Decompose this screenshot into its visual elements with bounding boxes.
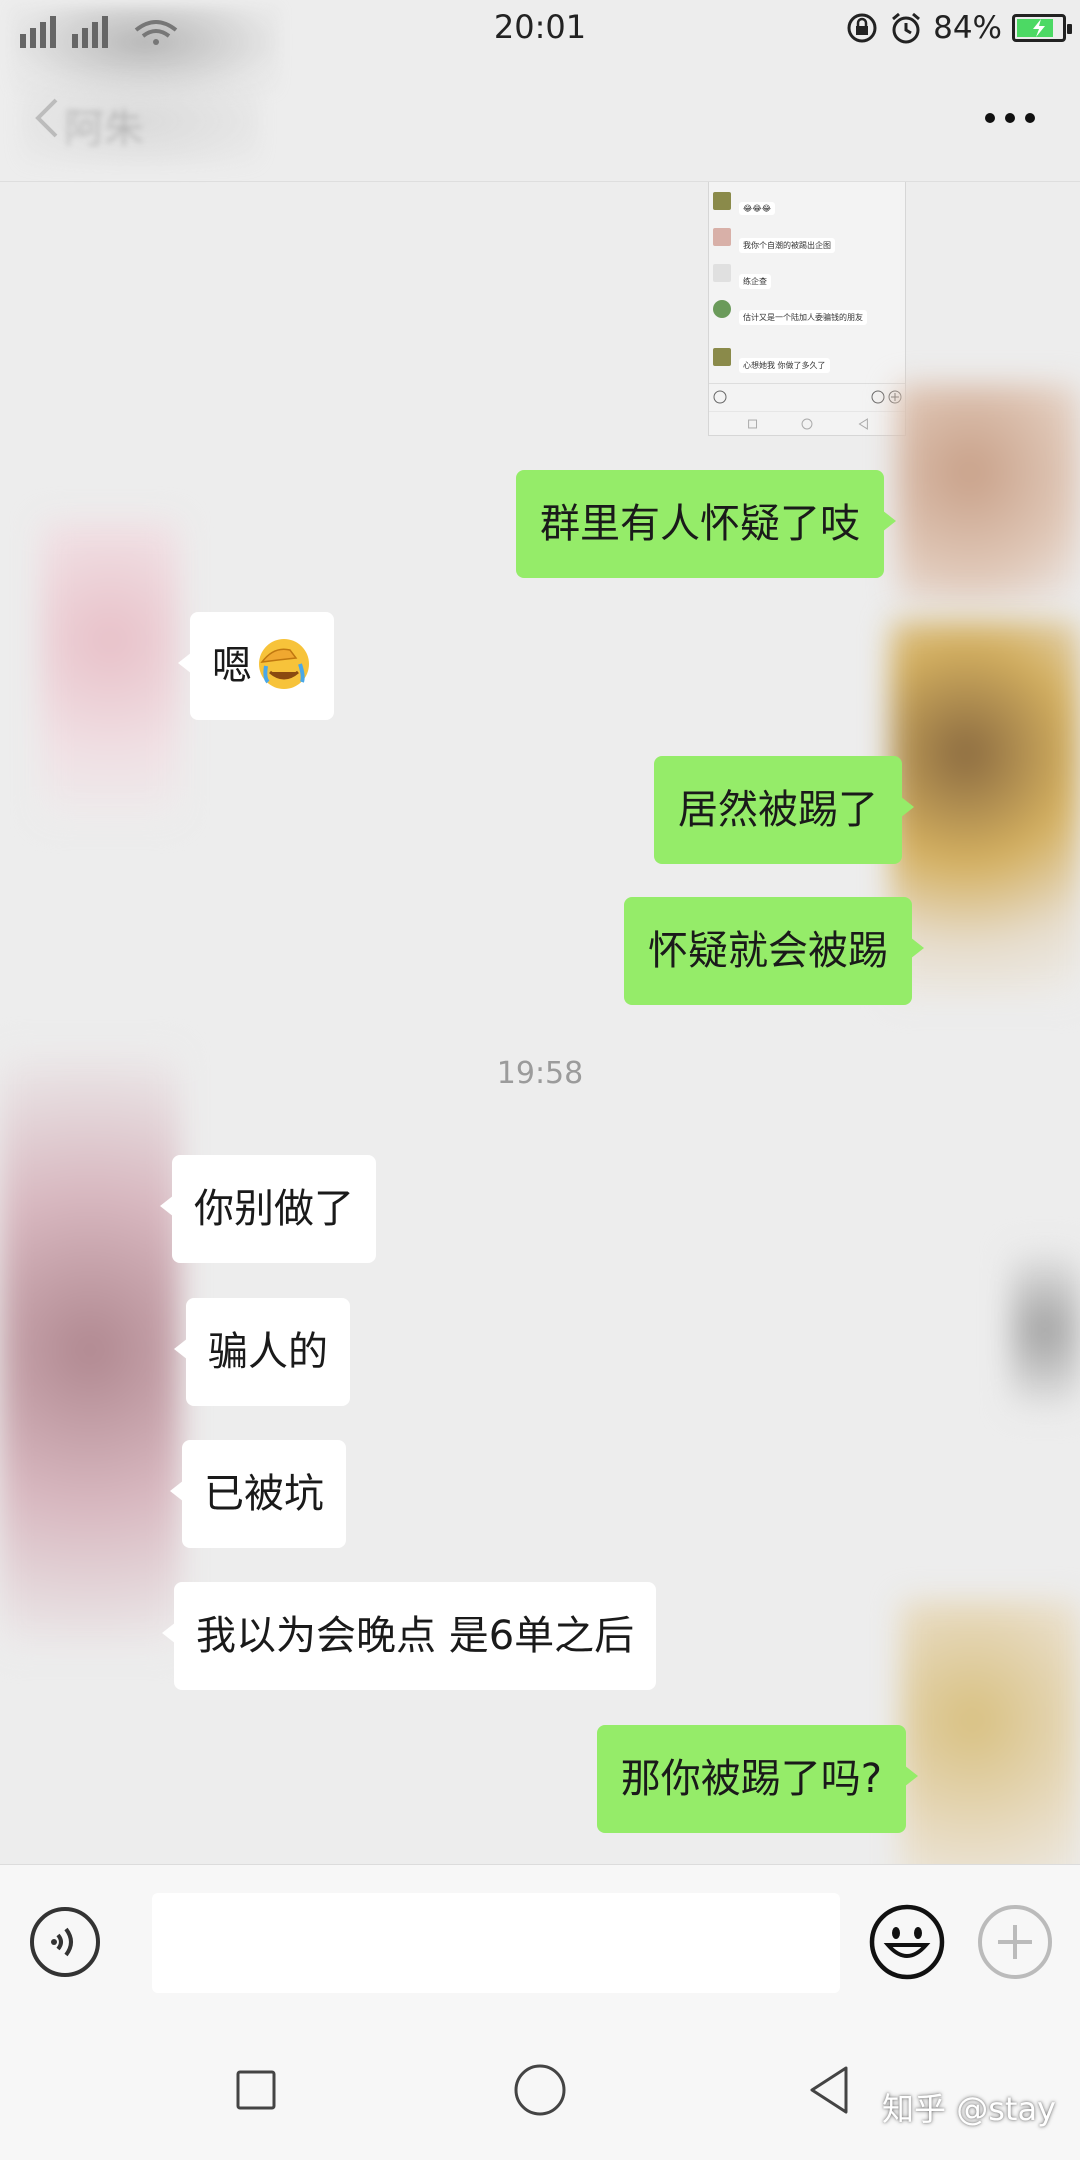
thumb-voice-icon bbox=[713, 390, 727, 404]
message-bubble-received[interactable]: 你别做了 bbox=[160, 1155, 376, 1263]
message-timestamp: 19:58 bbox=[496, 1056, 584, 1091]
thumb-message: 心想她我 你做了多久了 bbox=[709, 346, 905, 376]
back-arrow-icon[interactable] bbox=[32, 96, 60, 140]
chat-title: 阿朱 bbox=[64, 106, 144, 152]
status-bar: 20:01 84% bbox=[0, 0, 1080, 96]
thumb-bubble: 估计又是一个陆加人委骗钱的朋友 bbox=[739, 310, 867, 325]
thumb-message: 练企查 bbox=[709, 262, 905, 292]
emoji-smile-icon[interactable] bbox=[868, 1903, 946, 1981]
thumb-bubble: 练企查 bbox=[739, 274, 771, 289]
home-icon[interactable] bbox=[508, 2058, 572, 2122]
message-bubble-received[interactable]: 嗯 bbox=[178, 612, 334, 720]
thumb-bubble: 我你个自潮的被踢出企图 bbox=[739, 238, 835, 253]
thumb-avatar bbox=[713, 348, 731, 366]
thumb-bubble: 😂😂😂 bbox=[739, 202, 776, 215]
message-bubble-sent[interactable]: 那你被踢了吗? bbox=[596, 1725, 919, 1833]
lock-rotation-icon bbox=[847, 13, 877, 43]
message-bubble-sent[interactable]: 居然被踢了 bbox=[654, 756, 914, 864]
more-dots-icon[interactable] bbox=[984, 110, 1036, 126]
shared-screenshot-image[interactable]: 😂😂😂 我你个自潮的被踢出企图 练企查 估计又是一个陆加人委骗钱的朋友 心想她我… bbox=[708, 182, 906, 436]
thumb-avatar bbox=[713, 300, 731, 318]
battery-percent: 84% bbox=[933, 10, 1002, 46]
recent-apps-icon[interactable] bbox=[224, 2058, 288, 2122]
battery-charging-icon bbox=[1012, 14, 1072, 42]
alarm-icon bbox=[892, 12, 921, 44]
chat-input-bar bbox=[0, 1864, 1080, 2016]
thumb-emoji-icon bbox=[871, 390, 885, 404]
status-icons: 84% bbox=[845, 8, 1072, 48]
thumb-nav-bar bbox=[709, 411, 905, 435]
back-icon[interactable] bbox=[796, 2058, 860, 2122]
thumb-input-bar bbox=[709, 383, 905, 409]
avatar[interactable] bbox=[1010, 1250, 1080, 1410]
message-bubble-sent[interactable]: 群里有人怀疑了吱 bbox=[516, 470, 896, 578]
avatar[interactable] bbox=[900, 1600, 1080, 1900]
thumb-avatar bbox=[713, 264, 731, 282]
charging-bolt-icon bbox=[1033, 19, 1045, 37]
avatar[interactable] bbox=[40, 520, 180, 820]
thumb-bubble: 心想她我 你做了多久了 bbox=[739, 358, 830, 373]
watermark: 知乎 @stay bbox=[882, 2090, 1056, 2128]
message-bubble-sent[interactable]: 怀疑就会被踢 bbox=[624, 897, 924, 1005]
thumb-avatar bbox=[713, 192, 731, 210]
avatar[interactable] bbox=[0, 1050, 180, 1650]
chat-header: 阿朱 bbox=[0, 56, 1080, 182]
message-bubble-received[interactable]: 我以为会晚点 是6单之后 bbox=[161, 1582, 657, 1690]
voice-icon[interactable] bbox=[28, 1905, 102, 1979]
avatar[interactable] bbox=[896, 384, 1080, 604]
face-palm-crying-emoji-icon bbox=[259, 639, 309, 689]
thumb-message: 😂😂😂 bbox=[709, 190, 905, 220]
plus-icon[interactable] bbox=[976, 1903, 1054, 1981]
system-nav-bar: 知乎 @stay bbox=[0, 2016, 1080, 2160]
message-text: 嗯 bbox=[212, 643, 252, 689]
message-bubble-received[interactable]: 已被坑 bbox=[170, 1440, 346, 1548]
thumb-message: 我你个自潮的被踢出企图 bbox=[709, 226, 905, 256]
thumb-avatar bbox=[713, 228, 731, 246]
message-bubble-received[interactable]: 骗人的 bbox=[174, 1298, 350, 1406]
thumb-message: 估计又是一个陆加人委骗钱的朋友 bbox=[709, 298, 905, 342]
message-input[interactable] bbox=[152, 1893, 840, 1993]
thumb-nav-icons bbox=[748, 418, 868, 430]
